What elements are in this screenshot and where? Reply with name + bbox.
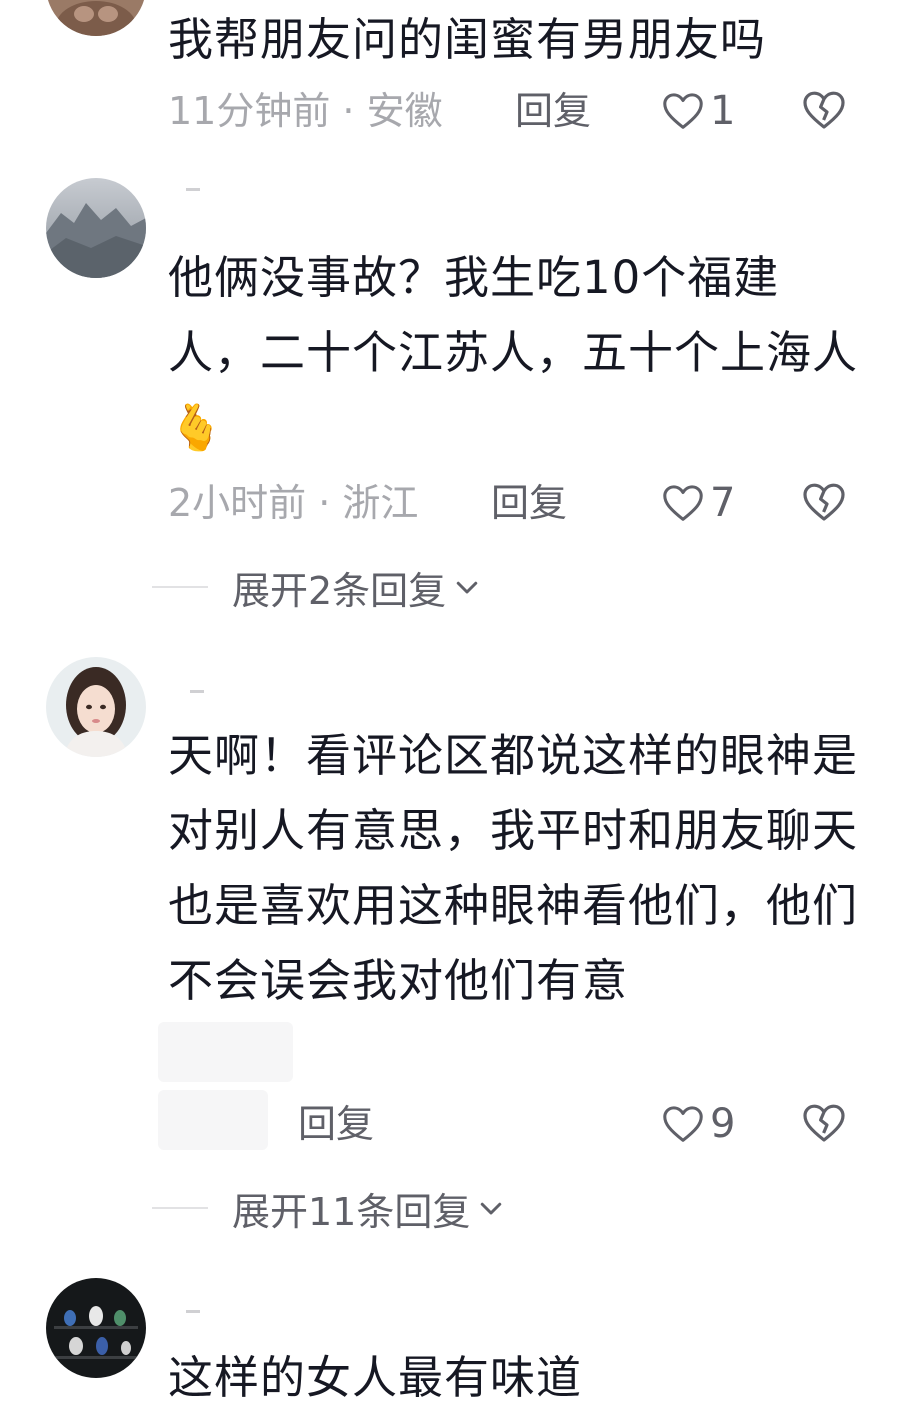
emoji: 🫰 (168, 401, 226, 454)
comment-text: 天啊！看评论区都说这样的眼神是对别人有意思，我平时和朋友聊天也是喜欢用这种眼神看… (168, 729, 858, 1007)
username-placeholder (186, 1310, 200, 1313)
expand-replies-label: 展开11条回复 (232, 1189, 471, 1234)
divider-line (152, 586, 208, 588)
heart-icon (663, 93, 703, 129)
comment-meta: 2小时前 · 浙江 (168, 481, 419, 525)
chevron-down-icon (456, 581, 478, 594)
heart-icon (663, 1106, 703, 1142)
like-count: 7 (710, 480, 736, 526)
reply-button[interactable]: 回复 (298, 1099, 374, 1149)
blurred-meta-area (158, 1090, 268, 1150)
dislike-icon[interactable] (800, 1099, 848, 1147)
dislike-icon[interactable] (800, 478, 848, 526)
avatar[interactable] (46, 178, 146, 278)
comment-text-content: 他俩没事故？我生吃10个福建人，二十个江苏人，五十个上海人 (168, 251, 859, 379)
comment-text: 他俩没事故？我生吃10个福建人，二十个江苏人，五十个上海人 🫰 (168, 240, 858, 465)
expand-replies-button[interactable]: 展开2条回复 (152, 562, 482, 613)
comment-meta: 11分钟前 · 安徽 (168, 89, 443, 133)
expand-replies-button[interactable]: 展开11条回复 (152, 1183, 506, 1234)
avatar[interactable] (46, 0, 146, 36)
comment-text: 这样的女人最有味道 (168, 1351, 583, 1404)
like-count: 1 (710, 88, 736, 134)
username-placeholder (190, 690, 204, 693)
chevron-down-icon (481, 1202, 502, 1215)
heart-icon (663, 485, 703, 521)
reply-button[interactable]: 回复 (515, 86, 591, 136)
divider-line (152, 1207, 208, 1209)
like-count: 9 (710, 1101, 736, 1147)
blurred-meta-area (158, 1022, 293, 1082)
comment-text: 我帮朋友问的闺蜜有男朋友吗 (168, 13, 767, 66)
username-placeholder (186, 188, 200, 191)
dislike-icon[interactable] (800, 86, 848, 134)
reply-button[interactable]: 回复 (491, 478, 567, 528)
like-button[interactable]: 1 (660, 86, 735, 136)
expand-replies-label: 展开2条回复 (232, 568, 447, 613)
avatar[interactable] (46, 657, 146, 757)
like-button[interactable]: 9 (660, 1099, 735, 1149)
avatar[interactable] (46, 1278, 146, 1378)
like-button[interactable]: 7 (660, 478, 735, 528)
